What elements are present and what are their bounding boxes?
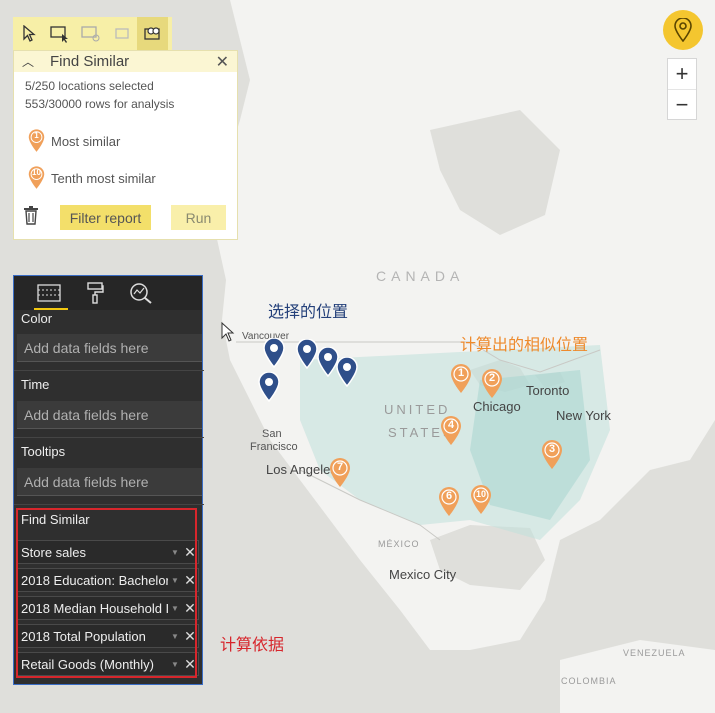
label-canada: CANADA (376, 268, 465, 284)
find-similar-fields-highlight (16, 508, 197, 678)
selected-location-pin[interactable] (296, 339, 318, 369)
color-drop-well[interactable]: Add data fields here (17, 334, 202, 362)
annotation-computed-similar: 计算出的相似位置 (460, 335, 589, 354)
find-similar-tool-button[interactable] (137, 17, 168, 50)
locations-selected-text: 5/250 locations selected (25, 79, 154, 93)
run-button[interactable]: Run (171, 205, 226, 230)
section-time-title: Time (21, 377, 50, 392)
filter-report-button[interactable]: Filter report (60, 205, 151, 230)
label-francisco: Francisco (250, 441, 298, 453)
trash-button[interactable] (23, 205, 39, 230)
fields-grid-icon (37, 284, 61, 302)
pin-number: 10 (475, 489, 486, 499)
orange-pin-icon: 1 (28, 129, 45, 153)
label-colombia: COLOMBIA (561, 676, 617, 686)
selection-toolbar (13, 17, 172, 50)
map-locate-button[interactable] (663, 10, 703, 50)
tab-format[interactable] (72, 276, 118, 310)
pin-number: 6 (445, 490, 453, 502)
find-similar-icon (143, 26, 160, 40)
rectangle-select-icon (49, 25, 68, 43)
label-mexico-city: Mexico City (389, 567, 457, 582)
location-pin-icon (674, 18, 692, 42)
zoom-out-button[interactable]: − (668, 89, 696, 119)
pane-tabs (14, 276, 202, 310)
divider (14, 370, 204, 371)
tab-fields[interactable] (26, 276, 72, 310)
divider (14, 437, 204, 438)
zoom-in-button[interactable]: + (668, 59, 696, 89)
pin-number: 3 (548, 443, 556, 455)
time-drop-well[interactable]: Add data fields here (17, 401, 202, 429)
label-venezuela: VENEZUELA (623, 648, 686, 658)
similar-location-pin-3[interactable]: 3 (541, 440, 563, 470)
label-united: UNITED (384, 402, 451, 417)
zoom-control: + − (667, 58, 697, 120)
label-los-angeles: Los Angeles (266, 462, 337, 477)
pointer-tool-button[interactable] (13, 17, 44, 50)
similar-location-pin-7[interactable]: 7 (329, 458, 351, 488)
analytics-magnifier-icon (130, 283, 152, 304)
legend-tenth-label: Tenth most similar (51, 170, 156, 186)
lasso-select-icon (80, 25, 99, 41)
pin-number: 4 (447, 419, 455, 431)
orange-pin-icon: 10 (28, 166, 45, 190)
legend-pin-number: 10 (32, 168, 41, 177)
annotation-selected-locations: 选择的位置 (268, 302, 349, 321)
legend-most-label: Most similar (51, 133, 121, 149)
label-new-york: New York (556, 408, 611, 423)
pin-number: 1 (457, 367, 465, 379)
selected-location-pin[interactable] (336, 357, 358, 387)
selected-location-pin[interactable] (258, 372, 280, 402)
find-similar-header[interactable]: ︿ Find Similar ✕ (14, 51, 237, 72)
clear-selection-button[interactable] (106, 17, 137, 50)
label-chicago: Chicago (473, 399, 521, 414)
trash-icon (24, 206, 38, 225)
similar-location-pin-2[interactable]: 2 (481, 369, 503, 399)
similar-location-pin-1[interactable]: 1 (450, 364, 472, 394)
legend-most-similar: 1 Most similar (28, 129, 120, 153)
similar-location-pin-4[interactable]: 4 (440, 416, 462, 446)
section-color-title: Color (21, 311, 53, 326)
annotation-basis: 计算依据 (220, 635, 285, 654)
close-icon[interactable]: ✕ (216, 52, 229, 72)
clear-select-icon (114, 27, 129, 39)
tooltips-drop-well[interactable]: Add data fields here (17, 468, 202, 496)
paint-roller-icon (87, 282, 104, 304)
label-mexico: MÉXICO (378, 539, 420, 549)
rectangle-select-button[interactable] (44, 17, 75, 50)
label-toronto: Toronto (526, 383, 570, 398)
legend-tenth-similar: 10 Tenth most similar (28, 166, 156, 190)
pointer-icon (22, 24, 36, 42)
legend-pin-number: 1 (34, 131, 39, 140)
mouse-cursor-icon (221, 322, 235, 342)
selected-location-pin[interactable] (263, 338, 285, 368)
label-san: San (262, 428, 282, 440)
find-similar-title: Find Similar (50, 53, 130, 70)
lasso-select-button[interactable] (75, 17, 106, 50)
similar-location-pin-6[interactable]: 6 (438, 487, 460, 517)
tab-analytics[interactable] (118, 276, 164, 310)
rows-for-analysis-text: 553/30000 rows for analysis (25, 97, 175, 111)
collapse-chevron-icon[interactable]: ︿ (22, 53, 40, 70)
similar-location-pin-10[interactable]: 10 (470, 485, 492, 515)
divider (14, 504, 204, 505)
pin-number: 7 (336, 461, 344, 473)
section-tooltips-title: Tooltips (21, 444, 66, 459)
pin-number: 2 (488, 372, 496, 384)
find-similar-panel: ︿ Find Similar ✕ 5/250 locations selecte… (13, 50, 238, 240)
